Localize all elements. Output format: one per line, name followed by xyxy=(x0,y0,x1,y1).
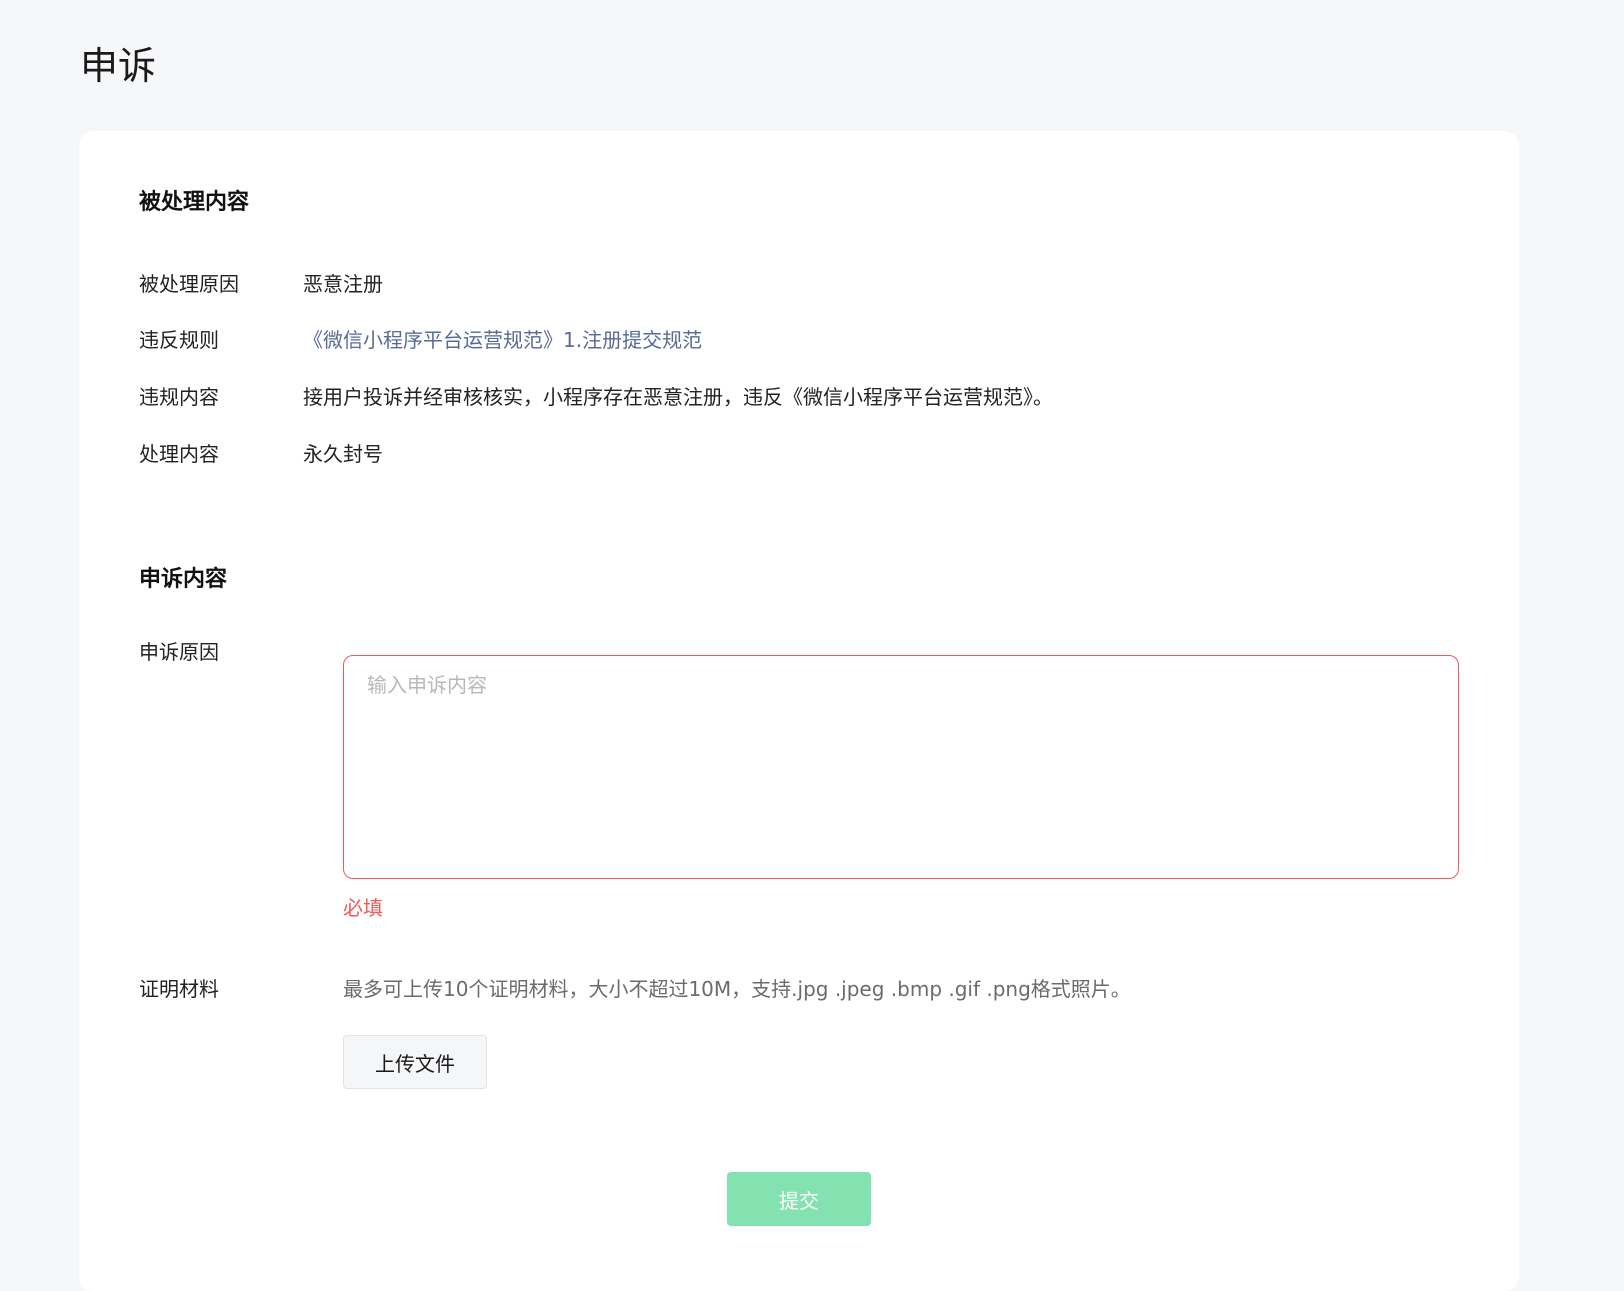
processed-reason-value: 恶意注册 xyxy=(303,272,383,296)
appeal-reason-wrapper xyxy=(343,655,1459,879)
processed-reason-label: 被处理原因 xyxy=(139,272,239,296)
page-title: 申诉 xyxy=(80,44,157,88)
upload-file-button[interactable]: 上传文件 xyxy=(343,1035,487,1089)
violated-rule-label: 违反规则 xyxy=(139,328,219,352)
appeal-reason-input[interactable] xyxy=(343,655,1459,879)
penalty-value: 永久封号 xyxy=(303,442,383,466)
submit-button[interactable]: 提交 xyxy=(727,1172,871,1226)
required-error-text: 必填 xyxy=(343,896,383,920)
violation-content-value: 接用户投诉并经审核核实，小程序存在恶意注册，违反《微信小程序平台运营规范》。 xyxy=(303,385,1053,409)
violated-rule-link[interactable]: 《微信小程序平台运营规范》1.注册提交规范 xyxy=(303,325,702,355)
evidence-hint: 最多可上传10个证明材料，大小不超过10M，支持.jpg .jpeg .bmp … xyxy=(343,977,1131,1001)
processed-section-title: 被处理内容 xyxy=(139,190,250,215)
appeal-reason-label: 申诉原因 xyxy=(139,640,219,664)
appeal-section-title: 申诉内容 xyxy=(139,567,228,592)
penalty-label: 处理内容 xyxy=(139,442,219,466)
appeal-card: 被处理内容 被处理原因 恶意注册 违反规则 《微信小程序平台运营规范》1.注册提… xyxy=(79,131,1519,1291)
evidence-label: 证明材料 xyxy=(139,977,219,1001)
violation-content-label: 违规内容 xyxy=(139,385,219,409)
